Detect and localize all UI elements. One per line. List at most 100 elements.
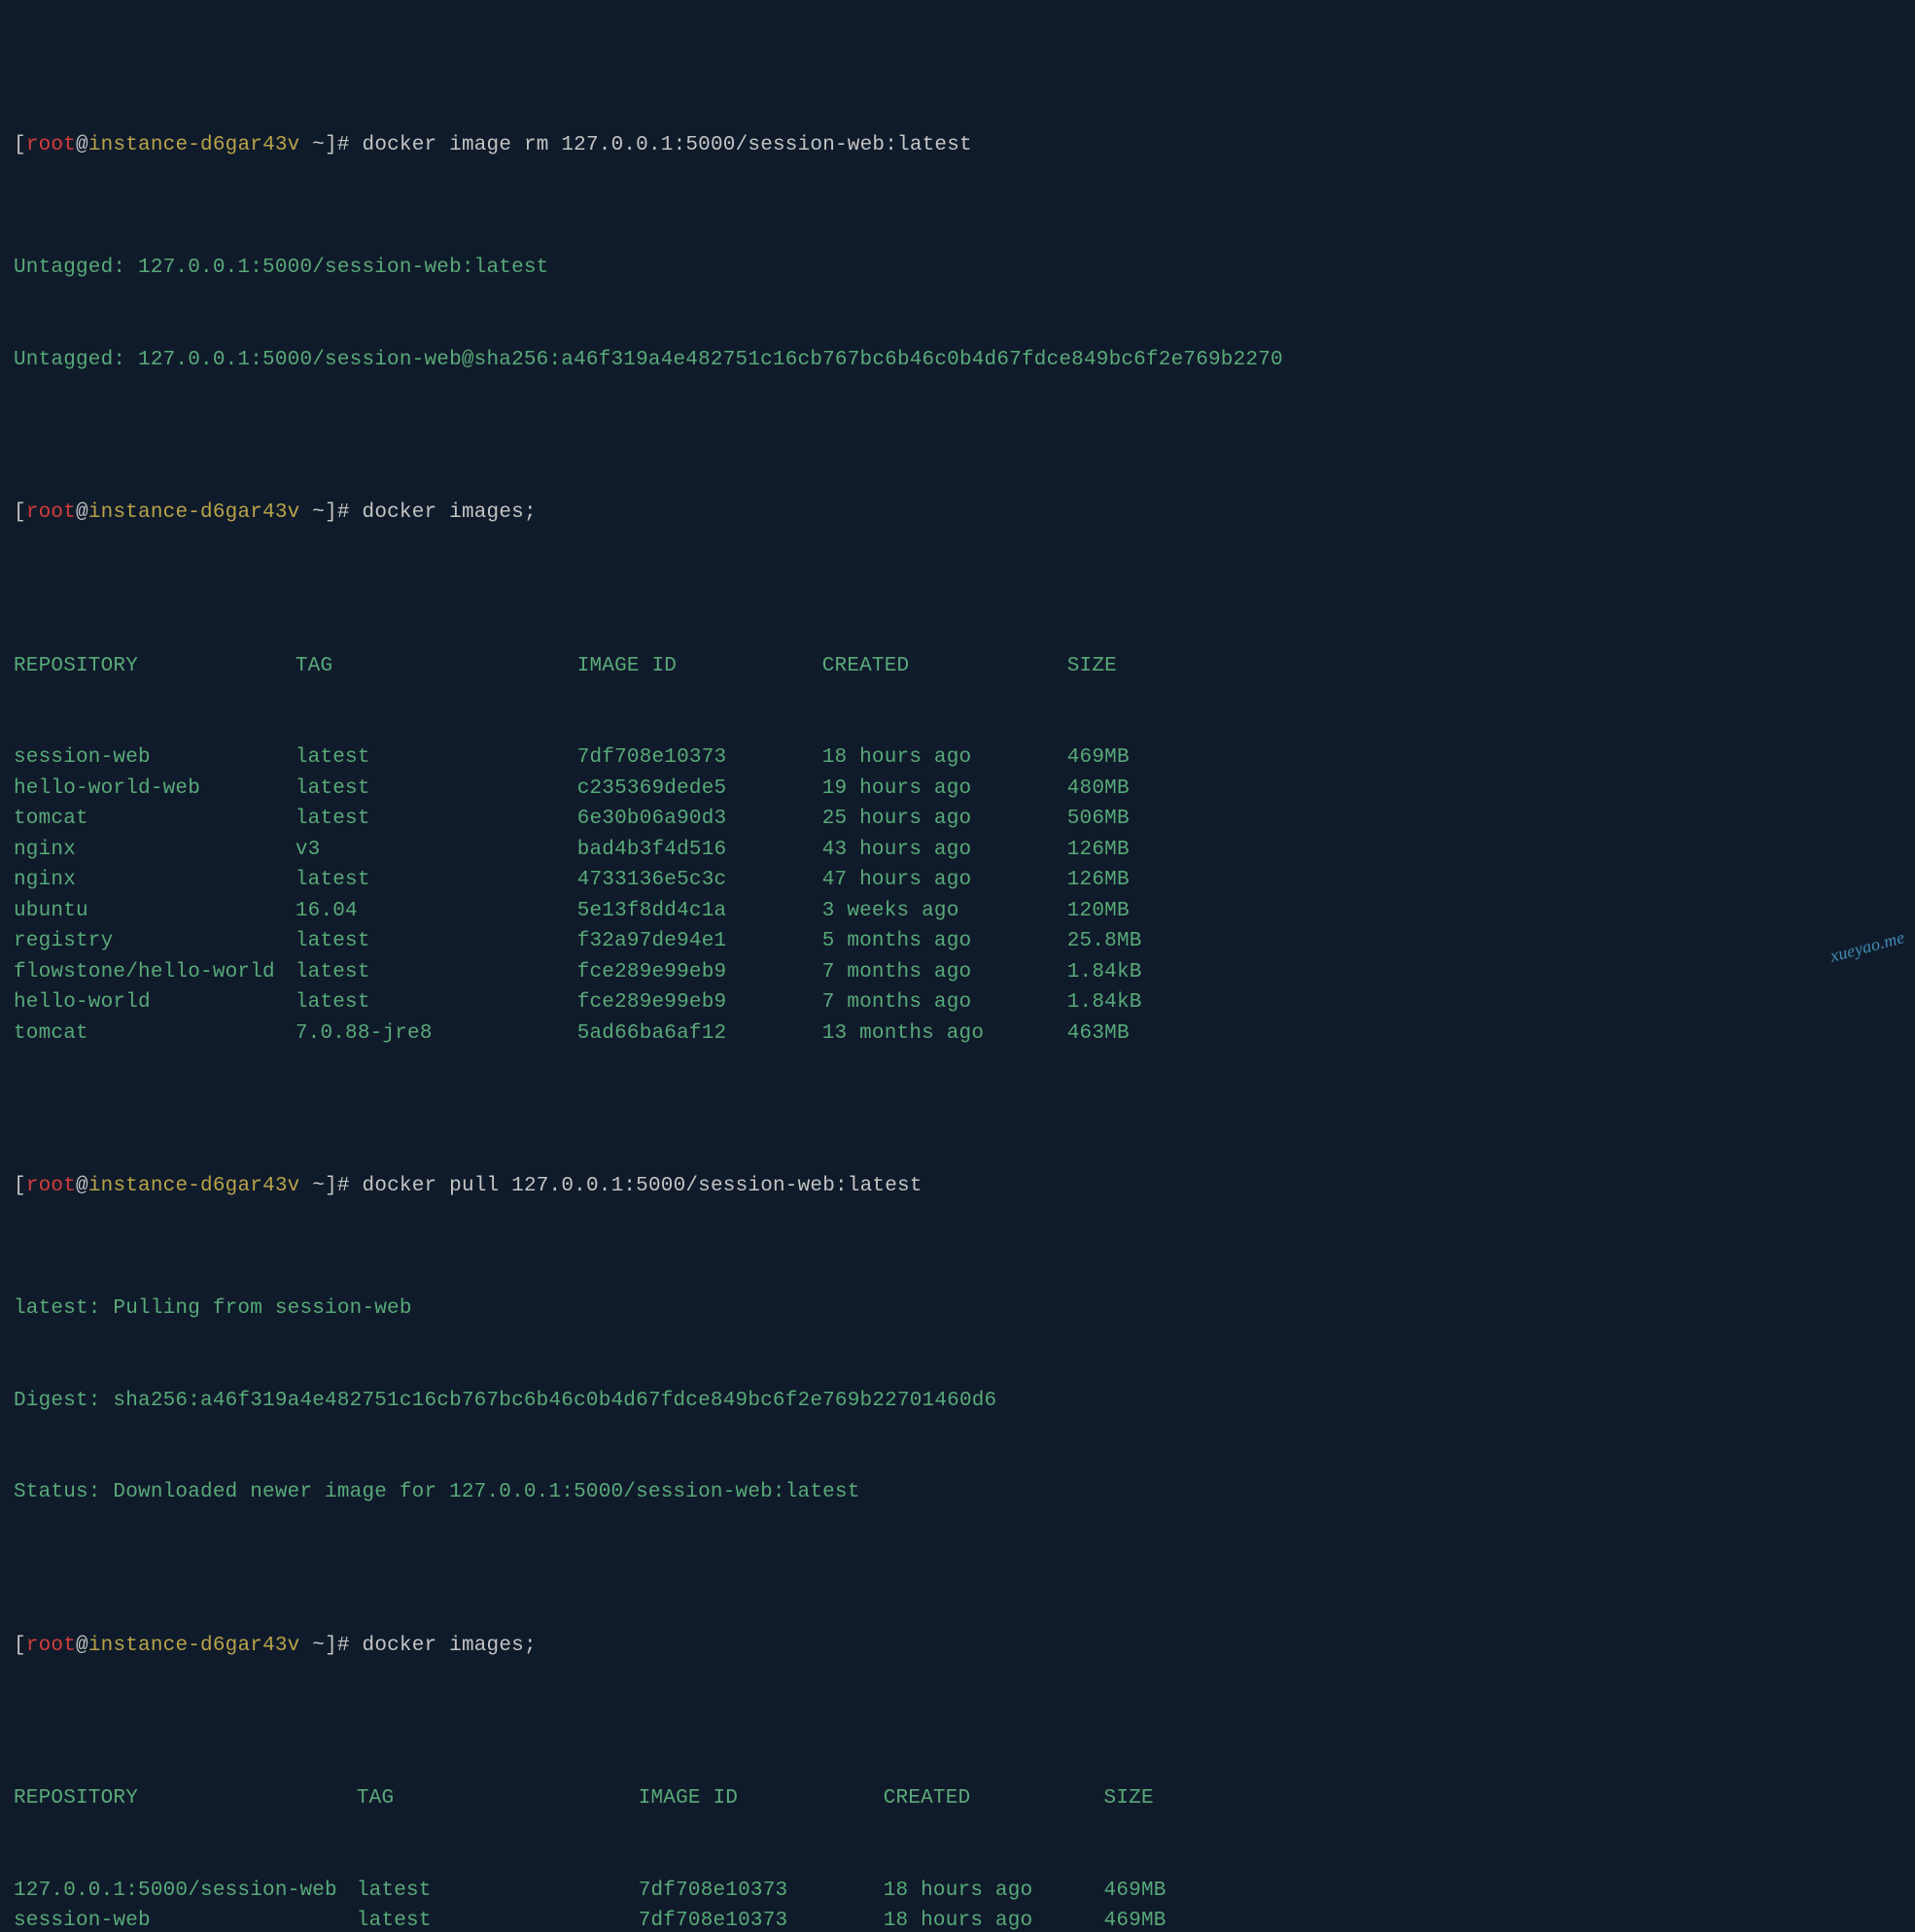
col-tag: TAG xyxy=(357,1783,639,1814)
col-created: CREATED xyxy=(822,651,1067,682)
prompt-user: root xyxy=(26,134,76,156)
cell-image-id: f32a97de94e1 xyxy=(577,926,822,957)
cell-size: 1.84kB xyxy=(1067,987,1190,1018)
output-line: Status: Downloaded newer image for 127.0… xyxy=(14,1477,1901,1508)
cell-size: 1.84kB xyxy=(1067,957,1190,988)
output-line: Untagged: 127.0.0.1:5000/session-web@sha… xyxy=(14,345,1901,376)
cell-tag: latest xyxy=(296,804,577,835)
cell-image-id: 7df708e10373 xyxy=(577,742,822,774)
cell-created: 18 hours ago xyxy=(822,742,1067,774)
table-row: nginxv3bad4b3f4d51643 hours ago126MB xyxy=(14,835,1901,866)
cell-size: 469MB xyxy=(1067,742,1190,774)
cell-created: 18 hours ago xyxy=(884,1876,1104,1907)
cell-tag: latest xyxy=(296,865,577,896)
table-row: 127.0.0.1:5000/session-weblatest7df708e1… xyxy=(14,1876,1901,1907)
table-row: nginxlatest4733136e5c3c47 hours ago126MB xyxy=(14,865,1901,896)
cell-tag: latest xyxy=(296,957,577,988)
cell-tag: latest xyxy=(296,926,577,957)
cell-size: 469MB xyxy=(1104,1876,1227,1907)
cell-size: 463MB xyxy=(1067,1018,1190,1050)
cell-repository: 127.0.0.1:5000/session-web xyxy=(14,1876,357,1907)
cell-size: 506MB xyxy=(1067,804,1190,835)
prompt-line: [root@instance-d6gar43v ~]# docker pull … xyxy=(14,1171,1901,1202)
prompt-path: ~ xyxy=(312,134,325,156)
col-size: SIZE xyxy=(1067,651,1190,682)
cell-size: 126MB xyxy=(1067,835,1190,866)
cell-image-id: fce289e99eb9 xyxy=(577,987,822,1018)
cell-created: 25 hours ago xyxy=(822,804,1067,835)
cell-repository: hello-world-web xyxy=(14,774,296,805)
cell-image-id: fce289e99eb9 xyxy=(577,957,822,988)
command-rm: docker image rm 127.0.0.1:5000/session-w… xyxy=(363,134,972,156)
cell-tag: latest xyxy=(296,774,577,805)
prompt-at: @ xyxy=(76,134,88,156)
col-image-id: IMAGE ID xyxy=(577,651,822,682)
output-line: Untagged: 127.0.0.1:5000/session-web:lat… xyxy=(14,253,1901,284)
col-size: SIZE xyxy=(1104,1783,1227,1814)
cell-image-id: 7df708e10373 xyxy=(639,1906,884,1932)
table-row: registrylatestf32a97de94e15 months ago25… xyxy=(14,926,1901,957)
col-tag: TAG xyxy=(296,651,577,682)
table-row: tomcat7.0.88-jre85ad66ba6af1213 months a… xyxy=(14,1018,1901,1050)
prompt-line: [root@instance-d6gar43v ~]# docker image… xyxy=(14,130,1901,161)
cell-repository: nginx xyxy=(14,835,296,866)
cell-repository: ubuntu xyxy=(14,896,296,927)
prompt-line: [root@instance-d6gar43v ~]# docker image… xyxy=(14,498,1901,529)
cell-tag: 16.04 xyxy=(296,896,577,927)
table-row: session-weblatest7df708e1037318 hours ag… xyxy=(14,1906,1901,1932)
table-row: session-weblatest7df708e1037318 hours ag… xyxy=(14,742,1901,774)
col-repository: REPOSITORY xyxy=(14,651,296,682)
cell-image-id: 4733136e5c3c xyxy=(577,865,822,896)
col-image-id: IMAGE ID xyxy=(639,1783,884,1814)
cell-repository: flowstone/hello-world xyxy=(14,957,296,988)
cell-tag: v3 xyxy=(296,835,577,866)
cell-repository: session-web xyxy=(14,742,296,774)
cell-created: 19 hours ago xyxy=(822,774,1067,805)
table-row: flowstone/hello-worldlatestfce289e99eb97… xyxy=(14,957,1901,988)
table-row: tomcatlatest6e30b06a90d325 hours ago506M… xyxy=(14,804,1901,835)
cell-repository: tomcat xyxy=(14,804,296,835)
cell-image-id: c235369dede5 xyxy=(577,774,822,805)
cell-size: 126MB xyxy=(1067,865,1190,896)
cell-tag: latest xyxy=(357,1906,639,1932)
output-line: latest: Pulling from session-web xyxy=(14,1294,1901,1325)
cell-tag: latest xyxy=(296,987,577,1018)
command-images-2: docker images; xyxy=(363,1635,537,1657)
cell-repository: nginx xyxy=(14,865,296,896)
cell-tag: latest xyxy=(357,1876,639,1907)
table-row: ubuntu16.045e13f8dd4c1a3 weeks ago120MB xyxy=(14,896,1901,927)
cell-image-id: 6e30b06a90d3 xyxy=(577,804,822,835)
cell-repository: registry xyxy=(14,926,296,957)
cell-size: 120MB xyxy=(1067,896,1190,927)
images-header: REPOSITORYTAGIMAGE IDCREATEDSIZE xyxy=(14,1783,1901,1814)
cell-image-id: 5ad66ba6af12 xyxy=(577,1018,822,1050)
cell-size: 25.8MB xyxy=(1067,926,1190,957)
col-created: CREATED xyxy=(884,1783,1104,1814)
cell-created: 18 hours ago xyxy=(884,1906,1104,1932)
cell-created: 3 weeks ago xyxy=(822,896,1067,927)
cell-created: 7 months ago xyxy=(822,987,1067,1018)
table-row: hello-worldlatestfce289e99eb97 months ag… xyxy=(14,987,1901,1018)
images-header: REPOSITORYTAGIMAGE IDCREATEDSIZE xyxy=(14,651,1901,682)
cell-created: 43 hours ago xyxy=(822,835,1067,866)
cell-tag: latest xyxy=(296,742,577,774)
cell-created: 13 months ago xyxy=(822,1018,1067,1050)
command-pull: docker pull 127.0.0.1:5000/session-web:l… xyxy=(363,1175,923,1197)
cell-repository: hello-world xyxy=(14,987,296,1018)
cell-size: 480MB xyxy=(1067,774,1190,805)
cell-size: 469MB xyxy=(1104,1906,1227,1932)
command-images: docker images; xyxy=(363,501,537,524)
output-line: Digest: sha256:a46f319a4e482751c16cb767b… xyxy=(14,1386,1901,1417)
cell-repository: session-web xyxy=(14,1906,357,1932)
cell-repository: tomcat xyxy=(14,1018,296,1050)
table-row: hello-world-weblatestc235369dede519 hour… xyxy=(14,774,1901,805)
cell-created: 5 months ago xyxy=(822,926,1067,957)
cell-image-id: 7df708e10373 xyxy=(639,1876,884,1907)
terminal[interactable]: [root@instance-d6gar43v ~]# docker image… xyxy=(0,0,1915,1932)
prompt-line: [root@instance-d6gar43v ~]# docker image… xyxy=(14,1631,1901,1662)
cell-created: 7 months ago xyxy=(822,957,1067,988)
cell-image-id: bad4b3f4d516 xyxy=(577,835,822,866)
col-repository: REPOSITORY xyxy=(14,1783,357,1814)
cell-created: 47 hours ago xyxy=(822,865,1067,896)
cell-tag: 7.0.88-jre8 xyxy=(296,1018,577,1050)
